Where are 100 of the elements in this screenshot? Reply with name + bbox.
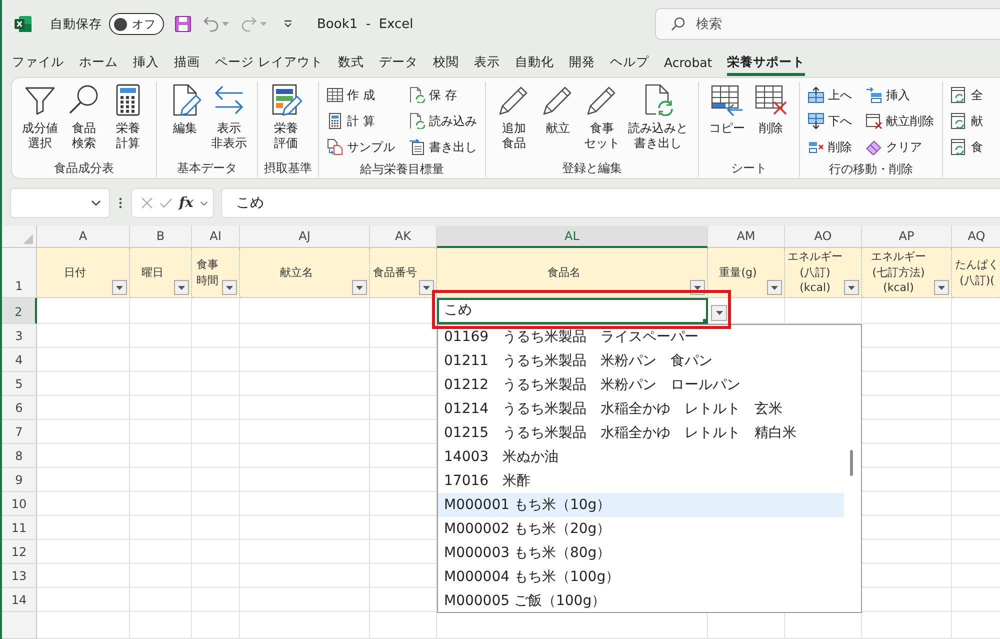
row-header[interactable]: 7 [2, 420, 37, 444]
ribbon-tab[interactable]: ホーム [79, 50, 118, 76]
filter-button[interactable] [844, 280, 859, 295]
ribbon-button[interactable]: 食品検索 [62, 82, 106, 151]
column-header[interactable]: AJ [240, 226, 370, 248]
ribbon-button[interactable]: 作 成 [327, 82, 395, 108]
pencil-icon [542, 84, 574, 116]
filter-button[interactable] [352, 280, 367, 295]
ribbon-button[interactable]: クリア [866, 134, 934, 160]
ribbon-tab[interactable]: 表示 [474, 50, 500, 76]
list-item[interactable]: 01215 うるち米製品 水稲全かゆ レトルト 精白米 [438, 421, 844, 445]
ribbon-tab[interactable]: 開発 [568, 50, 595, 76]
row-header[interactable]: 8 [2, 444, 37, 468]
dropdown-button[interactable] [711, 305, 727, 321]
ribbon-tab[interactable]: ページ レイアウト [215, 50, 323, 76]
ribbon-button[interactable]: 成分値選択 [18, 82, 62, 151]
ribbon-button[interactable]: 挿入 [866, 82, 934, 108]
row-header[interactable]: 14 [2, 588, 37, 612]
column-header[interactable]: AP [862, 226, 952, 248]
fill-handle-icon[interactable] [703, 319, 708, 323]
filter-button[interactable] [174, 280, 189, 295]
list-item[interactable]: 01211 うるち米製品 米粉パン 食パン [438, 349, 844, 373]
ribbon-button[interactable]: 献 [951, 108, 983, 134]
ribbon-button[interactable]: 食 [951, 134, 983, 160]
customize-chevron-icon[interactable] [283, 20, 293, 28]
header-label: エネルギー (八訂) (kcal) [788, 249, 842, 296]
row-header[interactable]: 11 [2, 516, 37, 540]
column-header[interactable]: B [130, 226, 192, 248]
search-field[interactable]: 検索 [655, 8, 1000, 40]
filter-button[interactable] [112, 280, 127, 295]
ribbon-tab[interactable]: Acrobat [664, 52, 712, 74]
row-header[interactable]: 4 [2, 348, 37, 372]
filter-button[interactable] [222, 280, 237, 295]
list-item[interactable]: 14003 米ぬか油 [438, 445, 844, 469]
ribbon-button[interactable]: 保 存 [409, 82, 477, 108]
column-header[interactable]: AL [437, 226, 708, 248]
list-item[interactable]: M000003 もち米（80g） [438, 541, 844, 565]
ribbon-tab[interactable]: 自動化 [514, 50, 554, 76]
chevron-down-icon[interactable] [200, 200, 208, 206]
dots-icon[interactable] [119, 197, 122, 209]
list-item[interactable]: 01212 うるち米製品 米粉パン ロールパン [438, 373, 844, 397]
formula-field[interactable]: こめ [221, 188, 1000, 218]
list-item[interactable]: M000004 もち米（100g） [438, 565, 844, 589]
ribbon-button[interactable]: 下へ [808, 108, 852, 134]
row-header[interactable]: 1 [2, 248, 37, 298]
autosave-toggle[interactable]: オフ [109, 13, 164, 35]
row-header[interactable]: 5 [2, 372, 37, 396]
ribbon-button[interactable]: 読み込みと書き出し [624, 82, 692, 151]
list-item[interactable]: 01214 うるち米製品 水稲全かゆ レトルト 玄米 [438, 397, 844, 421]
ribbon-button[interactable]: 栄養評価 [264, 82, 308, 151]
save-icon[interactable] [175, 16, 191, 32]
ribbon-button[interactable]: 栄養計算 [106, 82, 150, 151]
check-icon[interactable] [160, 197, 172, 209]
ribbon-button[interactable]: 削除 [749, 82, 793, 136]
filter-button[interactable] [767, 280, 782, 295]
row-header[interactable]: 2 [2, 298, 37, 324]
ribbon-button[interactable]: 書き出し [409, 134, 477, 160]
column-header[interactable]: AO [785, 226, 862, 248]
ribbon-tab[interactable]: データ [378, 50, 418, 76]
ribbon-button[interactable]: 編集 [163, 82, 207, 136]
ribbon-button[interactable]: サンプル [327, 134, 395, 160]
ribbon-tab[interactable]: ヘルプ [610, 50, 649, 76]
row-header[interactable]: 6 [2, 396, 37, 420]
filter-button[interactable] [419, 280, 434, 295]
ribbon-button[interactable]: 献立削除 [866, 108, 934, 134]
ribbon-button[interactable]: 削除 [808, 134, 852, 160]
row-header[interactable]: 10 [2, 492, 37, 516]
ribbon-button[interactable]: 表示非表示 [207, 82, 251, 151]
undo-button[interactable] [203, 16, 229, 32]
ribbon-button[interactable]: コピー [705, 82, 749, 136]
column-header[interactable]: AQ [952, 226, 1000, 248]
list-item[interactable]: M000002 もち米（20g） [438, 517, 844, 541]
active-cell[interactable]: こめ [437, 298, 708, 324]
row-header[interactable]: 3 [2, 324, 37, 348]
row-header[interactable]: 9 [2, 468, 37, 492]
insert-function-button[interactable]: fx [179, 194, 194, 212]
scrollbar-thumb[interactable] [850, 450, 853, 476]
column-header[interactable]: AM [708, 226, 785, 248]
ribbon-button[interactable]: 食事セット [580, 82, 624, 151]
ribbon-tab[interactable]: 描画 [174, 50, 200, 76]
ribbon-button[interactable]: 全 [951, 82, 983, 108]
list-item[interactable]: 17016 米酢 [438, 469, 844, 493]
row-header[interactable]: 13 [2, 564, 37, 588]
row-header[interactable]: 12 [2, 540, 37, 564]
column-header[interactable]: AI [192, 226, 240, 248]
ribbon-tab[interactable]: 数式 [338, 50, 364, 76]
column-header[interactable]: AK [370, 226, 437, 248]
list-item[interactable]: M000005 ご飯（100g） [438, 589, 844, 613]
ribbon-button[interactable]: 献立 [536, 82, 580, 136]
ribbon-button[interactable]: 読み込み [409, 108, 477, 134]
ribbon-button[interactable]: 追加食品 [492, 82, 536, 151]
ribbon-tab[interactable]: ファイル [12, 50, 64, 76]
ribbon-button[interactable]: 上へ [808, 82, 852, 108]
ribbon-button[interactable]: 計 算 [327, 108, 395, 134]
list-item[interactable]: M000001 もち米（10g） [438, 493, 844, 517]
ribbon-tab[interactable]: 挿入 [133, 50, 159, 76]
list-item[interactable]: 01169 うるち米製品 ライスペーパー [438, 325, 844, 349]
filter-button[interactable] [934, 280, 949, 295]
ribbon-tab[interactable]: 校閲 [432, 50, 459, 76]
column-header[interactable]: A [37, 226, 130, 248]
